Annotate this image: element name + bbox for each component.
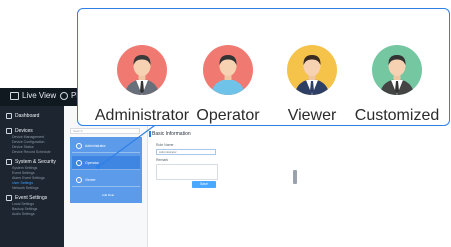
event-icon (6, 195, 12, 201)
role-row-viewer[interactable]: Viewer (72, 173, 140, 187)
nav-event-settings[interactable]: Event Settings (6, 195, 47, 201)
nav-dashboard-label: Dashboard (15, 113, 40, 119)
role-name-label: Role Name (156, 143, 174, 147)
role-row-label: Administrator (85, 143, 106, 148)
section-marker (149, 131, 151, 137)
nav-item-system-settings[interactable]: System Settings (12, 166, 37, 170)
nav-item-user-settings[interactable]: User Settings (12, 181, 33, 185)
nav-item-device-record-schedule[interactable]: Device Record Schedule (12, 150, 51, 154)
role-row-label: Operator (85, 160, 99, 165)
monitor-icon (10, 91, 19, 100)
user-icon (76, 159, 82, 166)
user-icon (76, 176, 82, 183)
nav-item-local-settings[interactable]: Local Settings (12, 202, 34, 206)
nav-event-settings-label: Event Settings (15, 195, 48, 201)
nav-item-alarm-event-settings[interactable]: Alarm Event Settings (12, 176, 45, 180)
role-types-callout: Administrator Operator Viewer Customized (77, 8, 450, 126)
role-row-administrator[interactable]: Administrator (72, 139, 140, 153)
administrator-avatar-icon (117, 45, 167, 95)
dashboard-icon (6, 113, 12, 119)
nav-devices-label: Devices (15, 128, 33, 134)
add-role-button[interactable]: Add Role (82, 192, 134, 198)
nav-system-security-label: System & Security (15, 159, 56, 165)
devices-icon (6, 128, 12, 134)
nav-dashboard[interactable]: Dashboard (6, 113, 39, 119)
scrollbar-thumb[interactable] (293, 170, 297, 184)
nav-item-network-settings[interactable]: Network Settings (12, 186, 38, 190)
playback-tab[interactable]: Pl (60, 91, 78, 100)
user-icon (76, 142, 82, 149)
role-row-label: Viewer (85, 177, 96, 182)
customized-avatar-icon (372, 45, 422, 95)
operator-avatar-icon (203, 45, 253, 95)
remark-label: Remark (156, 158, 169, 162)
save-button[interactable]: Save (192, 181, 216, 188)
nav-item-device-configuration[interactable]: Device Configuration (12, 140, 45, 144)
nav-item-event-settings[interactable]: Event Settings (12, 171, 35, 175)
nav-devices[interactable]: Devices (6, 128, 33, 134)
nav-system-security[interactable]: System & Security (6, 159, 56, 165)
role-label-operator: Operator (196, 107, 260, 124)
role-row-operator[interactable]: Operator (72, 156, 140, 170)
nav-item-backup-settings[interactable]: Backup Settings (12, 207, 37, 211)
live-view-label: Live View (22, 91, 57, 100)
nav-item-device-management[interactable]: Device Management (12, 135, 44, 139)
playback-icon (60, 91, 68, 100)
role-label-viewer: Viewer (287, 107, 337, 124)
nav-item-device-status[interactable]: Device Status (12, 145, 34, 149)
viewer-avatar-icon (287, 45, 337, 95)
side-navigation: Dashboard Devices Device Management Devi… (0, 106, 64, 247)
security-icon (6, 159, 12, 165)
role-label-administrator: Administrator (94, 107, 190, 124)
remark-textarea[interactable] (156, 164, 218, 180)
nav-item-audio-settings[interactable]: Audio Settings (12, 212, 35, 216)
role-label-customized: Customized (354, 107, 440, 124)
section-title: Basic Information (152, 131, 191, 137)
role-name-input[interactable]: Administrator (156, 149, 216, 155)
live-view-tab[interactable]: Live View (10, 91, 56, 100)
role-search-input[interactable]: Search (70, 128, 140, 134)
